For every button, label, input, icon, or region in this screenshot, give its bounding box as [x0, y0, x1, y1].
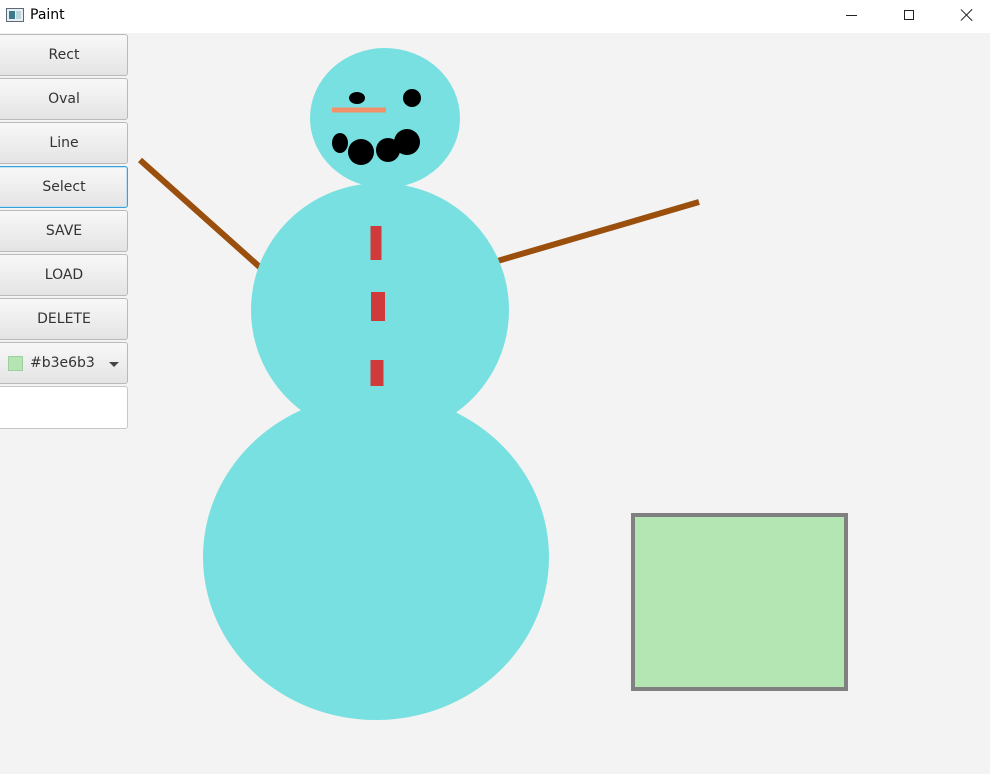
- mouth-dot-1[interactable]: [332, 133, 348, 153]
- paint-window: Paint Rect Oval Line Select SAVE LOAD DE…: [0, 0, 990, 774]
- chevron-down-icon: [109, 362, 119, 367]
- text-input-field[interactable]: [0, 386, 128, 429]
- color-picker[interactable]: #b3e6b3: [0, 342, 128, 384]
- delete-button[interactable]: DELETE: [0, 298, 128, 340]
- left-arm-line[interactable]: [138, 157, 265, 273]
- color-value-label: #b3e6b3: [30, 355, 95, 371]
- close-icon: [960, 8, 974, 22]
- select-tool-button[interactable]: Select: [0, 166, 128, 208]
- mouth-dot-4[interactable]: [394, 129, 420, 155]
- save-button[interactable]: SAVE: [0, 210, 128, 252]
- load-button[interactable]: LOAD: [0, 254, 128, 296]
- mouth-dot-2[interactable]: [348, 139, 374, 165]
- minimize-icon: [845, 14, 857, 16]
- rect-tool-button[interactable]: Rect: [0, 34, 128, 76]
- green-rectangle[interactable]: [631, 513, 848, 691]
- window-title: Paint: [30, 7, 65, 23]
- minimize-button[interactable]: [822, 0, 880, 30]
- close-button[interactable]: [938, 0, 990, 30]
- snowman-bottom-oval[interactable]: [203, 394, 549, 720]
- right-eye-oval[interactable]: [403, 89, 421, 107]
- left-eye-oval[interactable]: [349, 92, 365, 104]
- title-bar: Paint: [0, 0, 990, 33]
- oval-tool-button[interactable]: Oval: [0, 78, 128, 120]
- maximize-button[interactable]: [880, 0, 938, 30]
- drawing-canvas[interactable]: [0, 33, 990, 774]
- line-tool-button[interactable]: Line: [0, 122, 128, 164]
- snowman-head-oval[interactable]: [310, 48, 460, 188]
- app-icon: [6, 8, 24, 22]
- color-swatch: [8, 355, 23, 371]
- right-arm-line[interactable]: [493, 199, 700, 265]
- maximize-icon: [904, 10, 914, 20]
